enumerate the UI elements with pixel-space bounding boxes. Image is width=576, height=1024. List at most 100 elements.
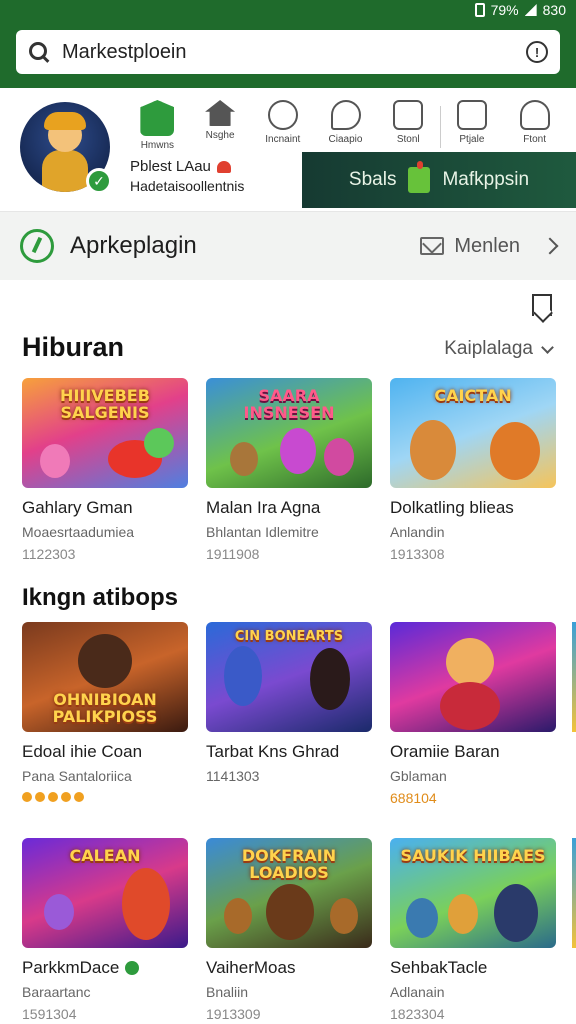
avatar-body-shape (42, 150, 88, 192)
character-shape (494, 884, 538, 942)
nav-icons-row: Hmwns Nsghe Incnaint Ciaapio Stonl Ptjal… (126, 100, 566, 160)
search-input[interactable] (62, 40, 526, 64)
game-row-1: HIIIVEBEB SALGENIS Gahlary Gman Moaesrta… (22, 378, 556, 562)
nav-label: Ciaapio (328, 134, 363, 145)
nav-item-chat[interactable]: Ciaapio (314, 100, 377, 160)
game-card[interactable]: OHNIBIOAN PALIKPIOSS Edoal ihie Coan Pan… (22, 622, 188, 806)
next-card-peek (572, 838, 576, 948)
game-card[interactable]: CAICTAN Dolkatling blieas Anlandin 19133… (390, 378, 556, 562)
battery-icon (474, 3, 485, 17)
nav-item-portrait[interactable]: Stonl (377, 100, 440, 160)
rating-dot (48, 792, 58, 802)
category-title: Ikngn atibops (22, 584, 178, 611)
character-shape (224, 646, 262, 706)
game-thumbnail[interactable]: OHNIBIOAN PALIKPIOSS (22, 622, 188, 732)
game-thumbnail[interactable]: HIIIVEBEB SALGENIS (22, 378, 188, 488)
game-thumbnail[interactable]: CALEAN (22, 838, 188, 948)
game-subtitle: Adlanain (390, 984, 445, 1000)
character-shape (78, 634, 132, 688)
rating-dots (22, 792, 188, 802)
game-title: Gahlary Gman (22, 498, 133, 517)
game-card[interactable]: DOKFRAIN LOADIOS VaiherMoas Bnaliin 1913… (206, 838, 372, 1022)
status-indicators: 79% 830 (474, 2, 566, 18)
game-title: Oramiie Baran (390, 742, 500, 761)
game-card[interactable]: CALEAN ParkkmDace Baraartanc 1591304 (22, 838, 188, 1022)
game-thumbnail[interactable]: DOKFRAIN LOADIOS (206, 838, 372, 948)
thumbnail-title: OHNIBIOAN PALIKPIOSS (52, 690, 158, 726)
game-title: Tarbat Kns Ghrad (206, 742, 340, 761)
game-card[interactable]: SAUKIK HIIBAES SehbakTacle Adlanain 1823… (390, 838, 556, 1022)
search-header: ! (0, 22, 576, 88)
game-row-3: CALEAN ParkkmDace Baraartanc 1591304 DOK… (22, 838, 556, 1022)
game-subtitle: Bnaliin (206, 984, 249, 1000)
game-title-row: ParkkmDace (22, 958, 188, 978)
chevron-right-icon[interactable] (541, 237, 559, 255)
game-title: Malan Ira Agna (206, 498, 321, 517)
rating-dot (61, 792, 71, 802)
chat-icon (330, 100, 361, 130)
online-status-icon (125, 961, 140, 975)
portrait-icon (393, 100, 424, 130)
game-subtitle: 1141303 (206, 768, 260, 784)
game-subtitle: Pana Santaloriica (22, 768, 132, 784)
game-thumbnail[interactable] (390, 622, 556, 732)
edit-icon (456, 100, 487, 130)
bookmark-icon[interactable] (532, 294, 552, 316)
thumbnail-title: SAARA INSNESEN (243, 386, 335, 422)
banner-right-text: Mafkppsin (442, 169, 530, 190)
search-bar[interactable]: ! (16, 30, 560, 74)
search-icon[interactable] (28, 41, 50, 63)
status-bar: 79% 830 (0, 0, 576, 22)
game-card[interactable]: Oramiie Baran Gblaman 688104 (390, 622, 556, 806)
game-card[interactable]: CIN BONEARTS Tarbat Kns Ghrad 1141303 (206, 622, 372, 806)
thumbnail-title: HIIIVEBEB SALGENIS (60, 386, 150, 422)
rating-dot (22, 792, 32, 802)
character-shape (44, 894, 74, 930)
mail-icon[interactable] (420, 237, 445, 255)
home-icon (205, 100, 236, 126)
game-card[interactable]: SAARA INSNESEN Malan Ira Agna Bhlantan I… (206, 378, 372, 562)
section-header-title: Aprkeplagin (70, 232, 197, 259)
character-shape (448, 894, 478, 934)
nav-item-store[interactable]: Hmwns (126, 100, 189, 160)
game-subtitle: Gblaman (390, 768, 447, 784)
game-card[interactable]: HIIIVEBEB SALGENIS Gahlary Gman Moaesrta… (22, 378, 188, 562)
character-shape (440, 682, 500, 730)
nav-item-clock[interactable]: Incnaint (251, 100, 314, 160)
nav-label: Stonl (396, 134, 420, 145)
game-thumbnail[interactable]: SAARA INSNESEN (206, 378, 372, 488)
character-shape (122, 868, 170, 940)
character-shape (310, 648, 350, 710)
marketplace-banner[interactable]: Sbals Mafkppsin (302, 152, 576, 208)
game-thumbnail[interactable]: CAICTAN (390, 378, 556, 488)
game-title: VaiherMoas (206, 958, 296, 977)
filter-label: Kaiplalaga (444, 338, 533, 359)
gift-icon (408, 161, 431, 193)
game-subtitle: Baraartanc (22, 984, 91, 1000)
game-meta: 688104 (390, 790, 437, 806)
nav-item-edit[interactable]: Ptjale (441, 100, 504, 160)
game-thumbnail[interactable]: SAUKIK HIIBAES (390, 838, 556, 948)
battery-percent: 79% (490, 2, 519, 18)
category-title: Hiburan (22, 332, 125, 362)
character-shape (230, 442, 258, 476)
character-shape (410, 420, 456, 480)
category-filter-dropdown[interactable]: Kaiplalaga (444, 338, 554, 360)
next-card-peek (572, 622, 576, 732)
game-title: Edoal ihie Coan (22, 742, 143, 761)
banner-left-text: Sbals (348, 169, 397, 190)
nav-item-home[interactable]: Nsghe (189, 100, 252, 160)
character-shape (490, 422, 540, 480)
game-thumbnail[interactable]: CIN BONEARTS (206, 622, 372, 732)
character-shape (324, 438, 354, 476)
menu-link[interactable]: Menlen (454, 235, 520, 258)
game-meta: 1823304 (390, 1006, 445, 1022)
nav-label: Ptjale (459, 134, 485, 145)
nav-item-person[interactable]: Ftont (503, 100, 566, 160)
nav-label: Incnaint (265, 134, 301, 145)
game-meta: 1591304 (22, 1006, 77, 1022)
info-icon[interactable]: ! (526, 41, 548, 63)
game-row-2: OHNIBIOAN PALIKPIOSS Edoal ihie Coan Pan… (22, 622, 556, 806)
chevron-down-icon (541, 340, 554, 354)
thumbnail-title: SAUKIK HIIBAES (400, 846, 546, 865)
